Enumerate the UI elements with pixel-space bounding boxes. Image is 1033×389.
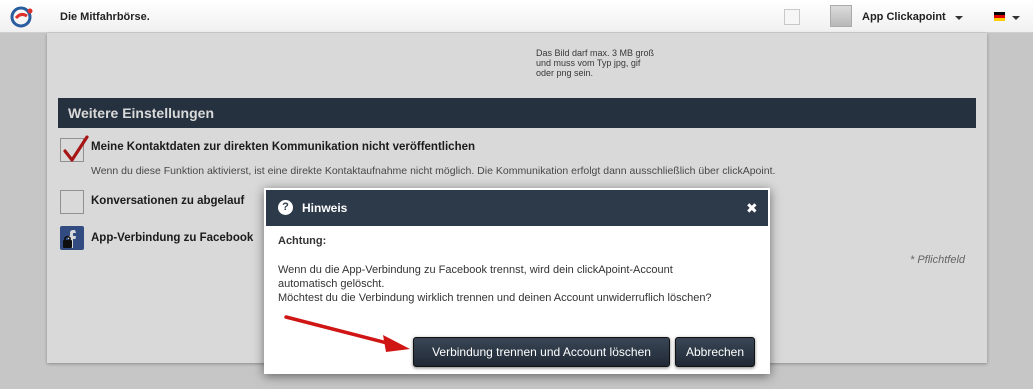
dialog-title: Hinweis bbox=[302, 201, 348, 215]
check-icon[interactable] bbox=[784, 9, 800, 25]
logo-icon[interactable] bbox=[10, 6, 34, 28]
top-bar: Die Mitfahrbörse. App Clickapoint bbox=[0, 0, 1033, 33]
language-chevron-down-icon[interactable] bbox=[1012, 16, 1020, 20]
help-icon: ? bbox=[278, 200, 293, 215]
cancel-button[interactable]: Abbrechen bbox=[675, 337, 755, 367]
dialog-message-line-2: Möchtest du die Verbindung wirklich tren… bbox=[278, 292, 712, 304]
avatar[interactable] bbox=[830, 5, 852, 27]
chevron-down-icon[interactable] bbox=[955, 16, 963, 20]
dialog-header: ? Hinweis ✖ bbox=[266, 190, 768, 226]
dialog-message-line-1: Wenn du die App-Verbindung zu Facebook t… bbox=[278, 264, 673, 290]
app-switcher-label[interactable]: App Clickapoint bbox=[862, 11, 946, 23]
german-flag-icon[interactable] bbox=[994, 12, 1005, 21]
site-title: Die Mitfahrbörse. bbox=[60, 11, 150, 23]
close-icon[interactable]: ✖ bbox=[746, 201, 758, 215]
annotation-arrow-icon bbox=[284, 315, 410, 352]
dialog-attention-label: Achtung: bbox=[278, 235, 327, 247]
dialog-message: Wenn du die App-Verbindung zu Facebook t… bbox=[278, 263, 758, 305]
disconnect-delete-button[interactable]: Verbindung trennen und Account löschen bbox=[413, 337, 670, 367]
